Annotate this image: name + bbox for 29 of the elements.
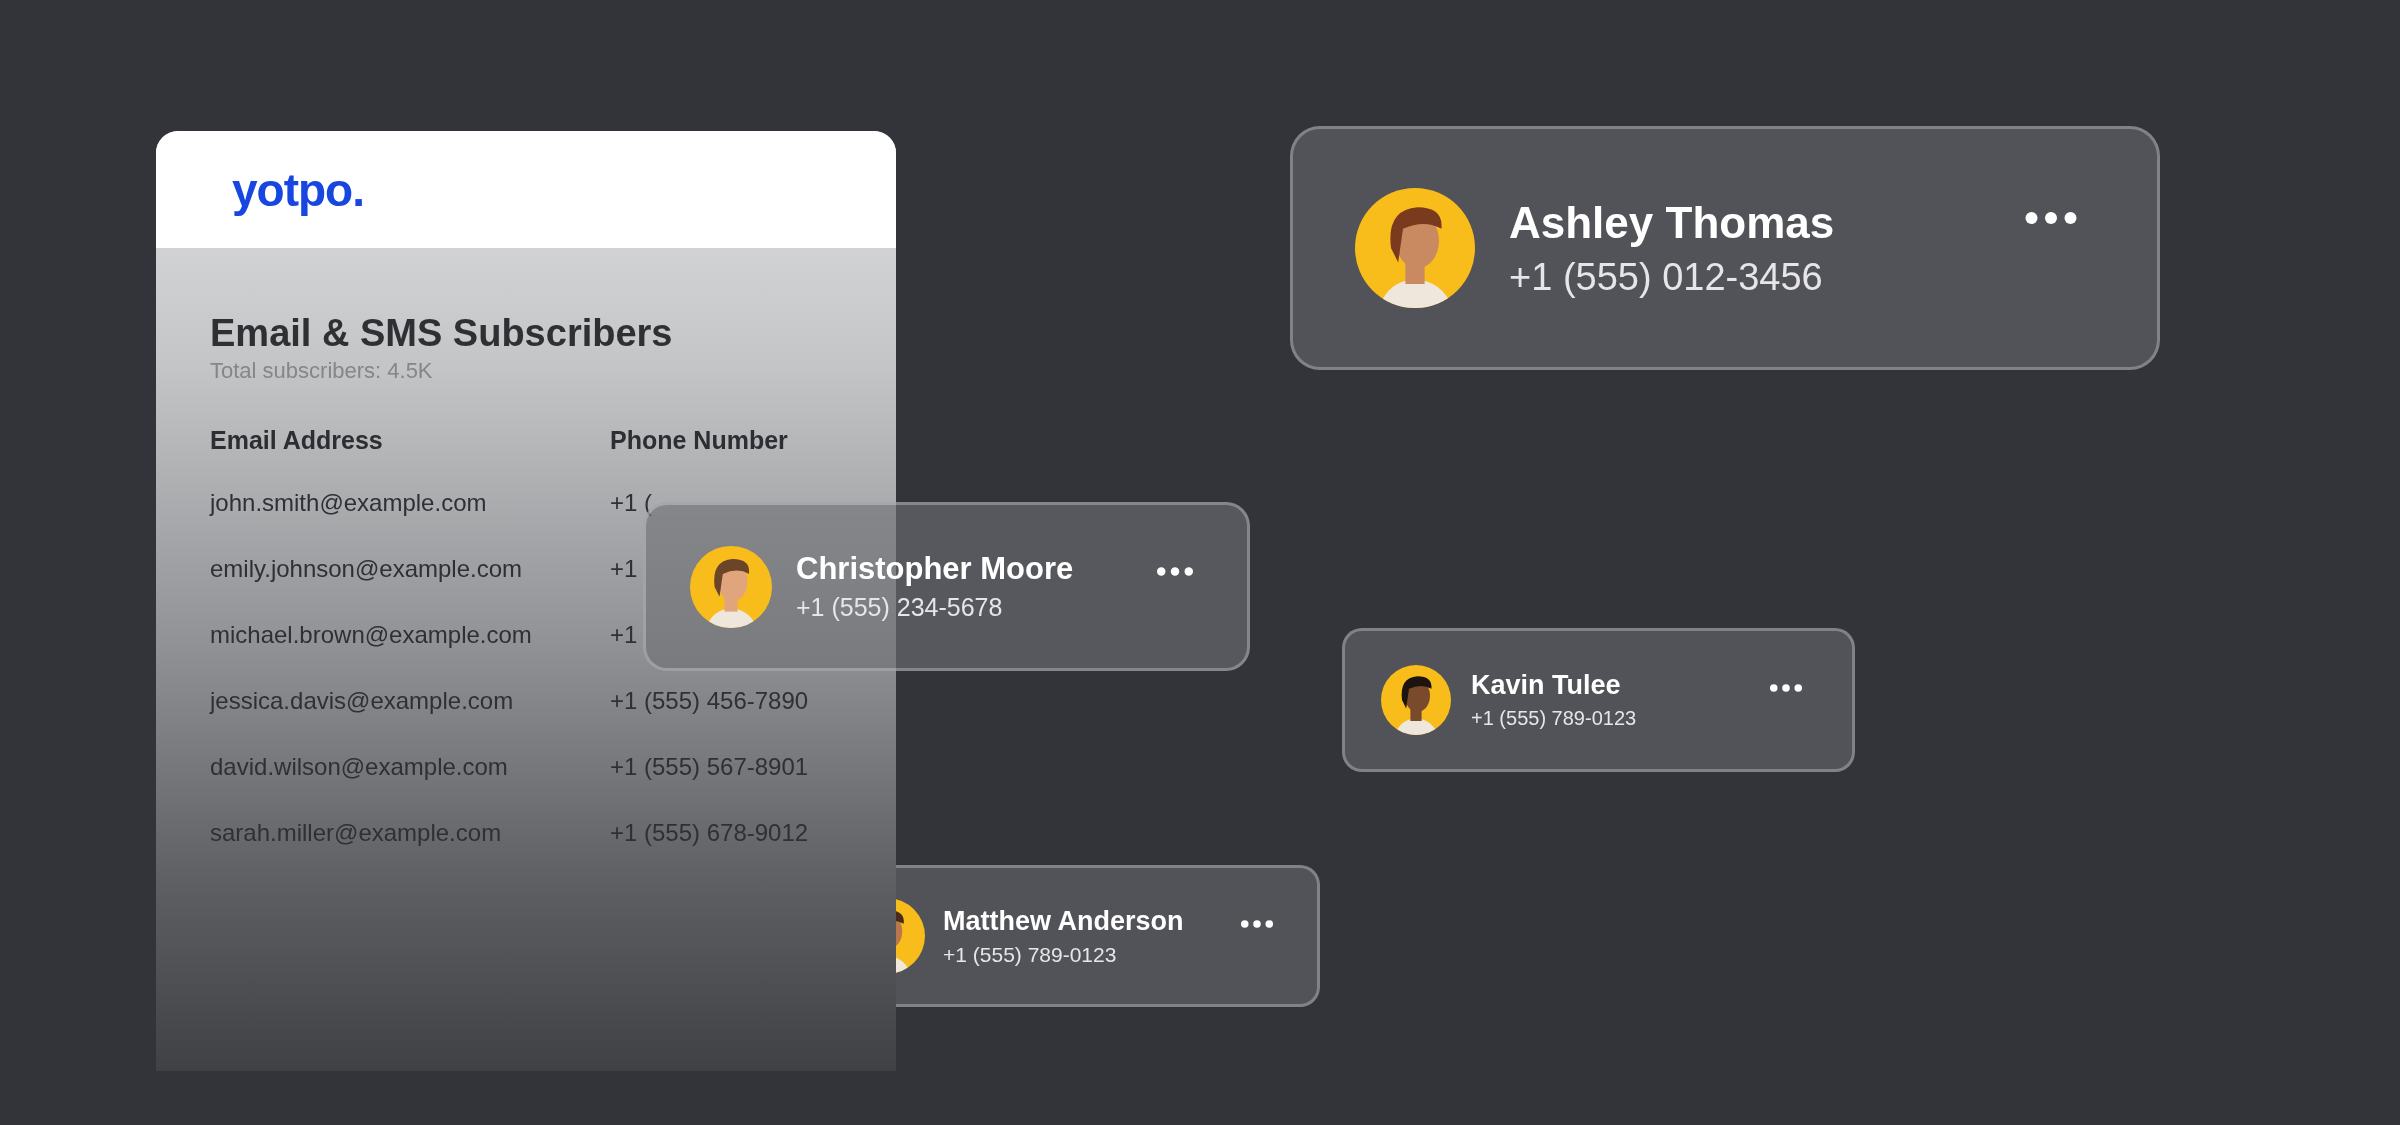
panel-subtitle: Total subscribers: 4.5K — [210, 358, 434, 384]
email-cell: emily.johnson@example.com — [210, 555, 523, 583]
more-icon[interactable] — [1241, 920, 1273, 928]
phone-cell: +1 (555) 567-8901 — [610, 753, 809, 781]
contact-name: Kavin Tulee — [1471, 670, 1622, 701]
contact-name: Ashley Thomas — [1509, 197, 1835, 248]
contact-phone: +1 (555) 789-0123 — [943, 942, 1118, 967]
email-cell: john.smith@example.com — [210, 489, 487, 517]
email-cell: michael.brown@example.com — [210, 621, 532, 649]
email-cell: sarah.miller@example.com — [210, 819, 502, 847]
more-icon[interactable] — [1770, 684, 1802, 692]
email-cell: david.wilson@example.com — [210, 753, 508, 781]
contact-name: Matthew Anderson — [943, 905, 1184, 937]
more-icon[interactable] — [2025, 212, 2077, 224]
panel-title: Email & SMS Subscribers — [210, 312, 674, 354]
contact-phone: +1 (555) 012-3456 — [1509, 255, 1824, 299]
contact-name: Christopher Moore — [796, 551, 1074, 587]
column-header: Phone Number — [610, 426, 788, 455]
more-icon[interactable] — [1157, 567, 1193, 576]
phone-cell: +1 — [610, 555, 638, 583]
phone-cell: +1 (555) 456-7890 — [610, 687, 809, 715]
contact-phone: +1 (555) 234-5678 — [796, 593, 1004, 622]
column-header: Email Address — [210, 426, 383, 455]
phone-cell: +1 (555) 678-9012 — [610, 819, 809, 847]
email-cell: jessica.davis@example.com — [210, 687, 514, 715]
logo: yotpo. — [232, 162, 364, 217]
contact-phone: +1 (555) 789-0123 — [1471, 707, 1637, 730]
phone-cell: +1 ( — [610, 489, 653, 517]
phone-cell: +1 — [610, 621, 638, 649]
